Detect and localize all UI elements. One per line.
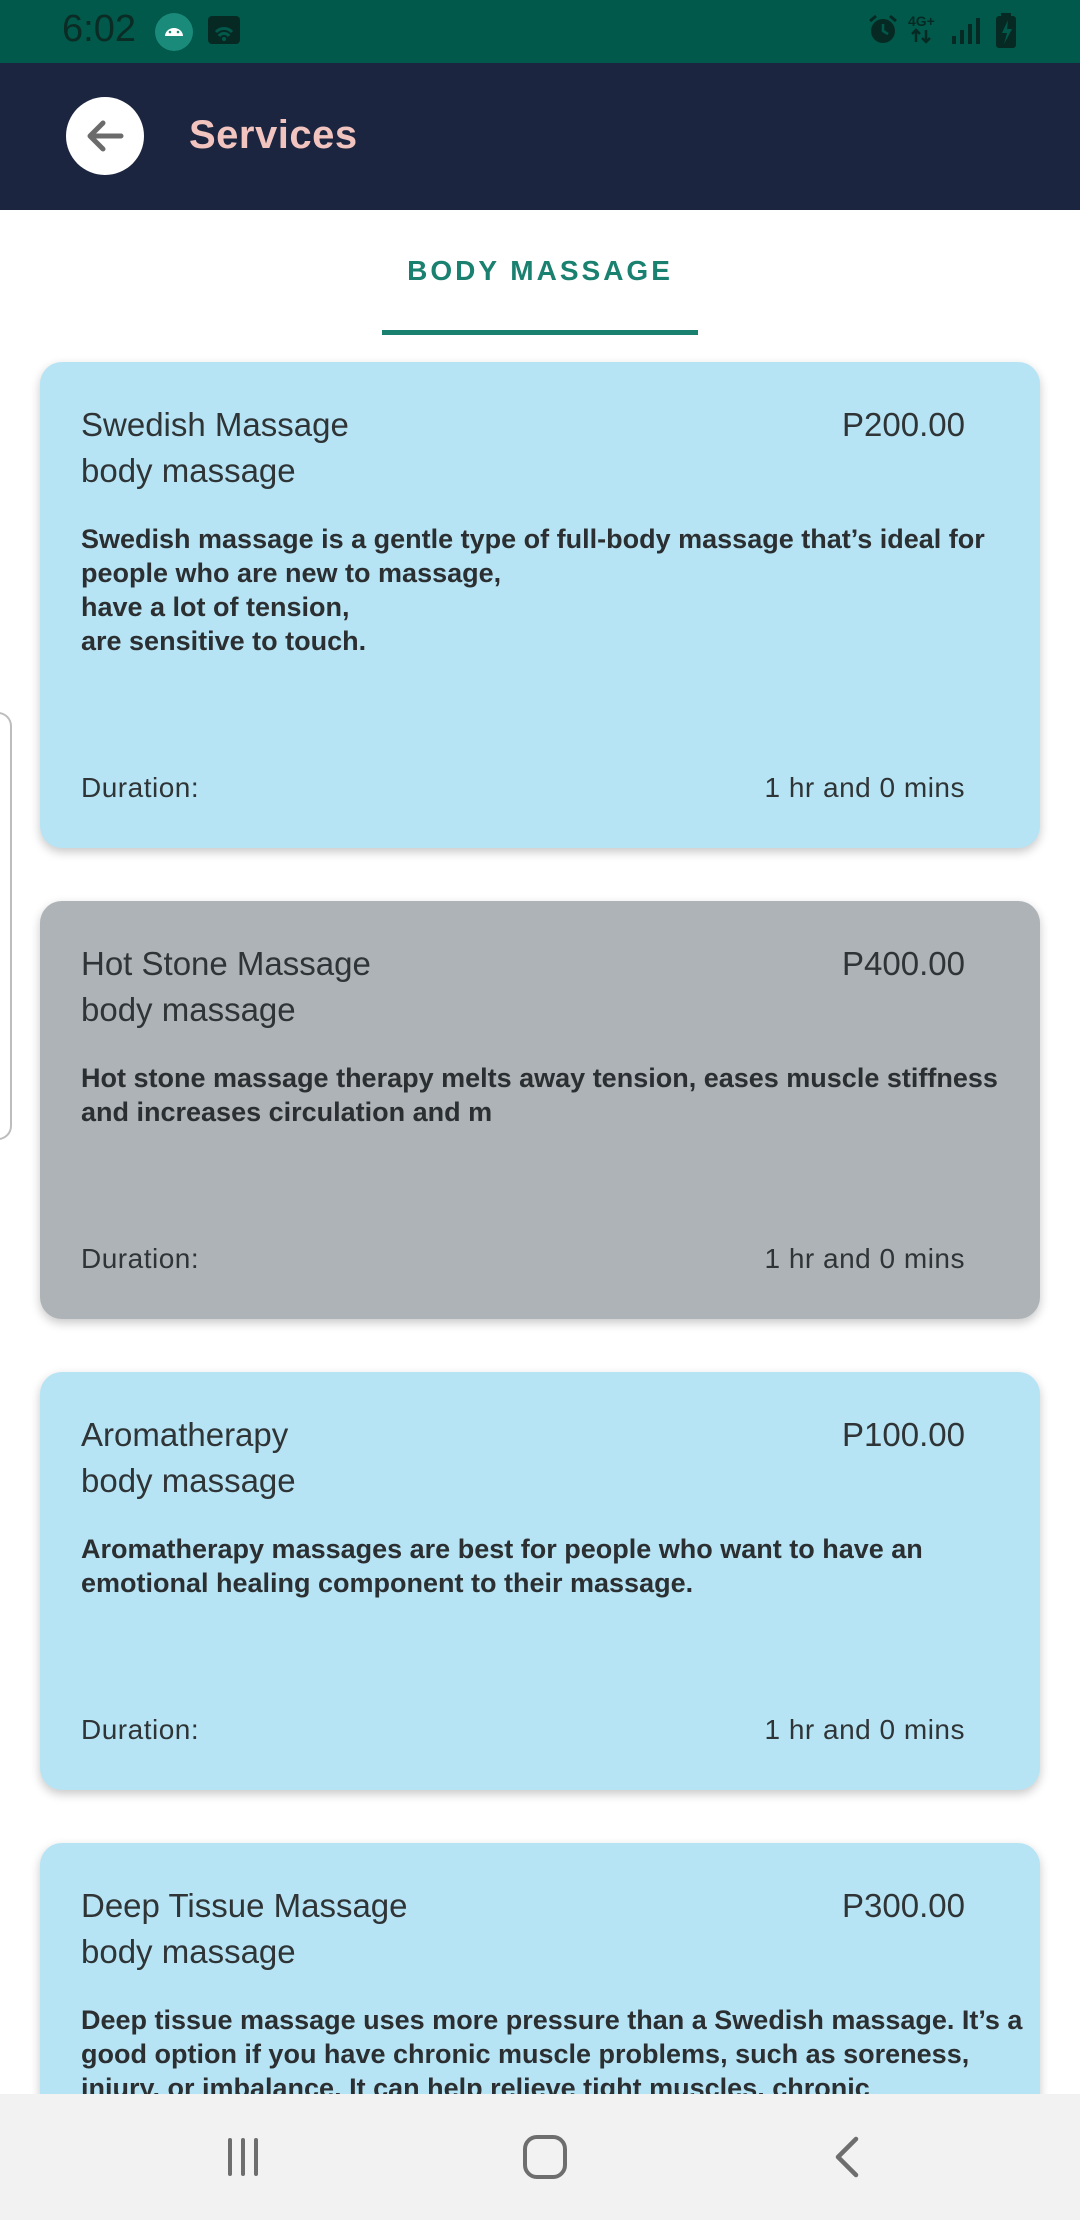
page-title: Services [189,113,358,157]
service-list[interactable]: Swedish Massage P200.00 body massage Swe… [0,335,1080,2095]
home-icon[interactable] [515,2132,575,2182]
battery-charging-icon [993,12,1019,55]
service-description: Hot stone massage therapy melts away ten… [81,1063,998,1127]
service-description: Deep tissue massage uses more pressure t… [81,2005,1023,2095]
duration-value: 1 hr and 0 mins [764,1714,965,1745]
duration-value: 1 hr and 0 mins [764,1243,965,1274]
service-description: Swedish massage is a gentle type of full… [81,524,985,656]
tab-body-massage[interactable]: BODY MASSAGE [382,210,698,335]
app-bar: Services [0,63,1080,210]
service-card[interactable]: Hot Stone Massage P400.00 body massage H… [40,901,1040,1319]
arrow-left-icon [87,120,124,152]
service-card[interactable]: Aromatherapy P100.00 body massage Aromat… [40,1372,1040,1790]
service-card[interactable]: Swedish Massage P200.00 body massage Swe… [40,362,1040,848]
wifi-icon [206,12,242,53]
service-name: Aromatherapy [81,1416,289,1453]
service-name: Deep Tissue Massage [81,1887,408,1924]
signal-icon [950,12,984,53]
network-4g-icon: 4G+ [908,14,938,49]
duration-label: Duration: [81,1243,200,1274]
service-category: body massage [81,1933,296,1970]
service-price: P300.00 [842,1887,965,1924]
duration-value: 1 hr and 0 mins [764,772,965,803]
status-time: 6:02 [62,8,136,50]
recent-apps-icon[interactable] [213,2132,273,2182]
back-button[interactable] [66,97,144,175]
service-price: P100.00 [842,1416,965,1453]
service-card[interactable]: Deep Tissue Massage P300.00 body massage… [40,1843,1040,2095]
service-name: Hot Stone Massage [81,945,371,982]
navigation-bar [0,2094,1080,2220]
service-price: P200.00 [842,406,965,443]
duration-label: Duration: [81,1714,200,1745]
status-bar: 6:02 4G+ [0,0,1080,63]
alarm-icon [865,12,901,53]
service-category: body massage [81,991,296,1028]
service-name: Swedish Massage [81,406,349,443]
android-icon [154,12,194,57]
service-category: body massage [81,452,296,489]
service-price: P400.00 [842,945,965,982]
service-category: body massage [81,1462,296,1499]
tab-label: BODY MASSAGE [407,255,673,286]
back-icon[interactable] [818,2132,878,2182]
duration-label: Duration: [81,772,200,803]
service-description: Aromatherapy massages are best for peopl… [81,1534,923,1598]
